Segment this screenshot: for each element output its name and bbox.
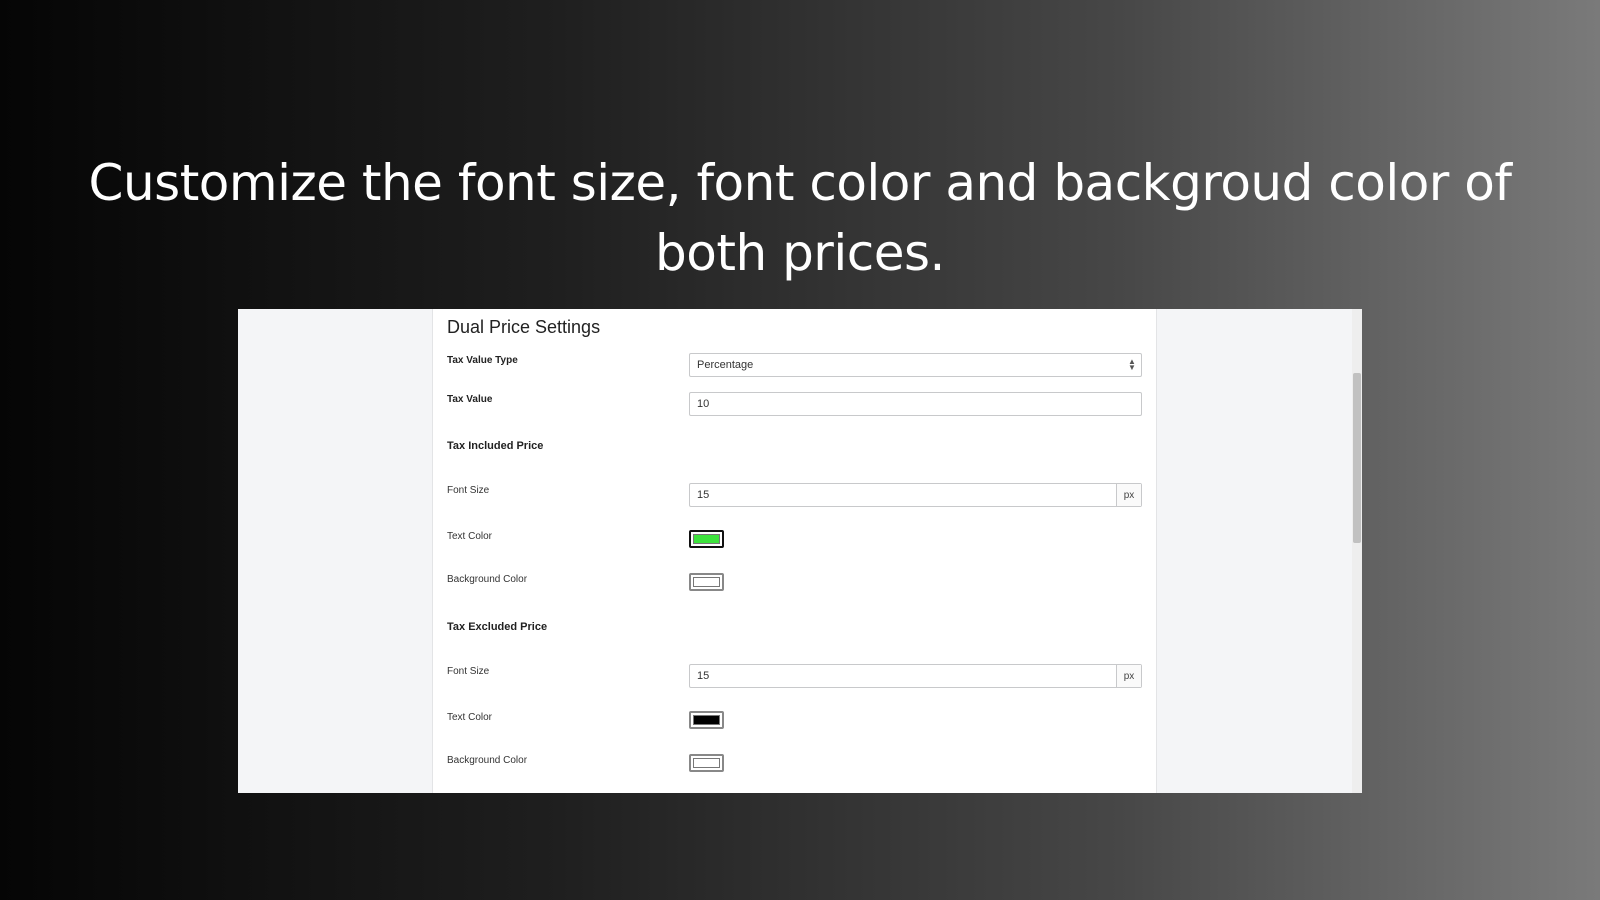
tax-value-type-select[interactable]: Percentage ▲ ▼ — [689, 353, 1142, 377]
included-px-addon: px — [1116, 484, 1141, 506]
scrollbar-thumb[interactable] — [1353, 373, 1361, 543]
excluded-bg-color-label: Background Color — [447, 755, 528, 766]
included-text-color-picker[interactable] — [689, 530, 724, 548]
promo-headline: Customize the font size, font color and … — [88, 154, 1512, 282]
included-font-size-value: 15 — [697, 489, 710, 501]
included-bg-color-picker[interactable] — [689, 573, 724, 591]
included-bg-color-label: Background Color — [447, 574, 528, 585]
tax-included-title: Tax Included Price — [447, 440, 544, 452]
included-text-color-fill — [693, 534, 720, 544]
tax-value-input[interactable]: 10 — [689, 392, 1142, 416]
tax-value-type-label: Tax Value Type — [447, 355, 518, 366]
excluded-bg-color-fill — [693, 758, 720, 768]
included-text-color-label: Text Color — [447, 531, 493, 542]
tax-value-value: 10 — [697, 398, 710, 410]
scrollbar[interactable] — [1352, 309, 1362, 793]
settings-panel: Dual Price Settings Tax Value Type Perce… — [432, 309, 1157, 793]
included-font-size-label: Font Size — [447, 485, 490, 496]
excluded-font-size-input[interactable]: 15 px — [689, 664, 1142, 688]
excluded-text-color-fill — [693, 715, 720, 725]
included-font-size-input[interactable]: 15 px — [689, 483, 1142, 507]
tax-excluded-title: Tax Excluded Price — [447, 621, 548, 633]
settings-screenshot: Dual Price Settings Tax Value Type Perce… — [238, 309, 1362, 793]
tax-value-type-value: Percentage — [697, 359, 754, 371]
excluded-text-color-label: Text Color — [447, 712, 493, 723]
included-bg-color-fill — [693, 577, 720, 587]
excluded-text-color-picker[interactable] — [689, 711, 724, 729]
excluded-bg-color-picker[interactable] — [689, 754, 724, 772]
excluded-font-size-label: Font Size — [447, 666, 490, 677]
excluded-px-addon: px — [1116, 665, 1141, 687]
panel-title: Dual Price Settings — [447, 317, 601, 337]
excluded-font-size-value: 15 — [697, 670, 710, 682]
select-arrows-icon: ▲ ▼ — [1128, 357, 1136, 372]
tax-value-label: Tax Value — [447, 394, 493, 405]
